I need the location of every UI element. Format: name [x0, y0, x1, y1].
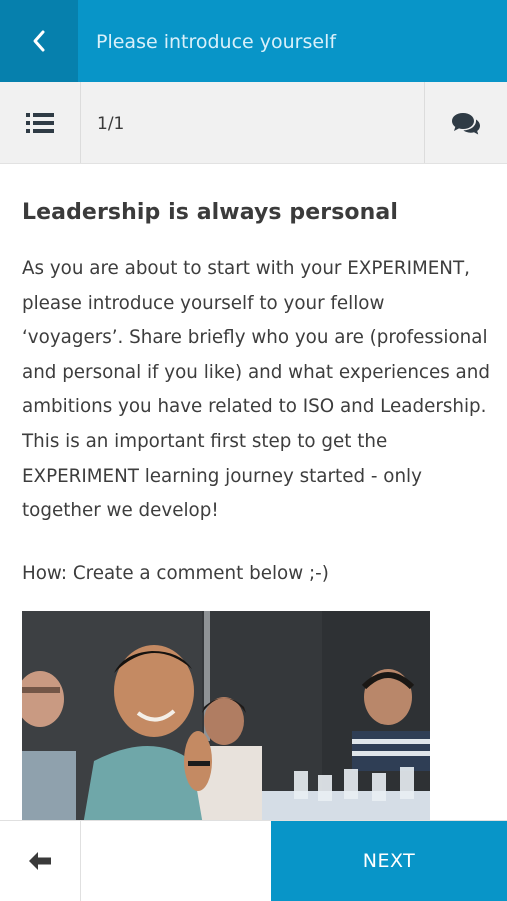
list-button[interactable]	[0, 82, 81, 163]
content-heading: Leadership is always personal	[22, 200, 398, 225]
list-icon	[26, 112, 54, 133]
comments-icon	[452, 112, 480, 134]
arrow-left-icon	[29, 852, 51, 870]
back-button[interactable]	[0, 0, 78, 82]
instructions-text: How: Create a comment below ;-)	[22, 562, 329, 584]
page-counter: 1/1	[97, 114, 125, 134]
comments-button[interactable]	[424, 82, 507, 163]
photo-illustration	[22, 610, 430, 820]
content-area: Leadership is always personal As you are…	[22, 164, 490, 820]
bottom-nav: NEXT	[0, 820, 507, 901]
event-photo	[22, 610, 430, 820]
next-button[interactable]: NEXT	[271, 821, 507, 901]
chevron-left-icon	[33, 30, 45, 52]
page-title: Please introduce yourself	[96, 31, 337, 53]
content-body: As you are about to start with your EXPE…	[22, 258, 490, 522]
app-bar: Please introduce yourself	[0, 0, 507, 82]
toolbar: 1/1	[0, 82, 507, 164]
previous-button[interactable]	[0, 821, 81, 901]
